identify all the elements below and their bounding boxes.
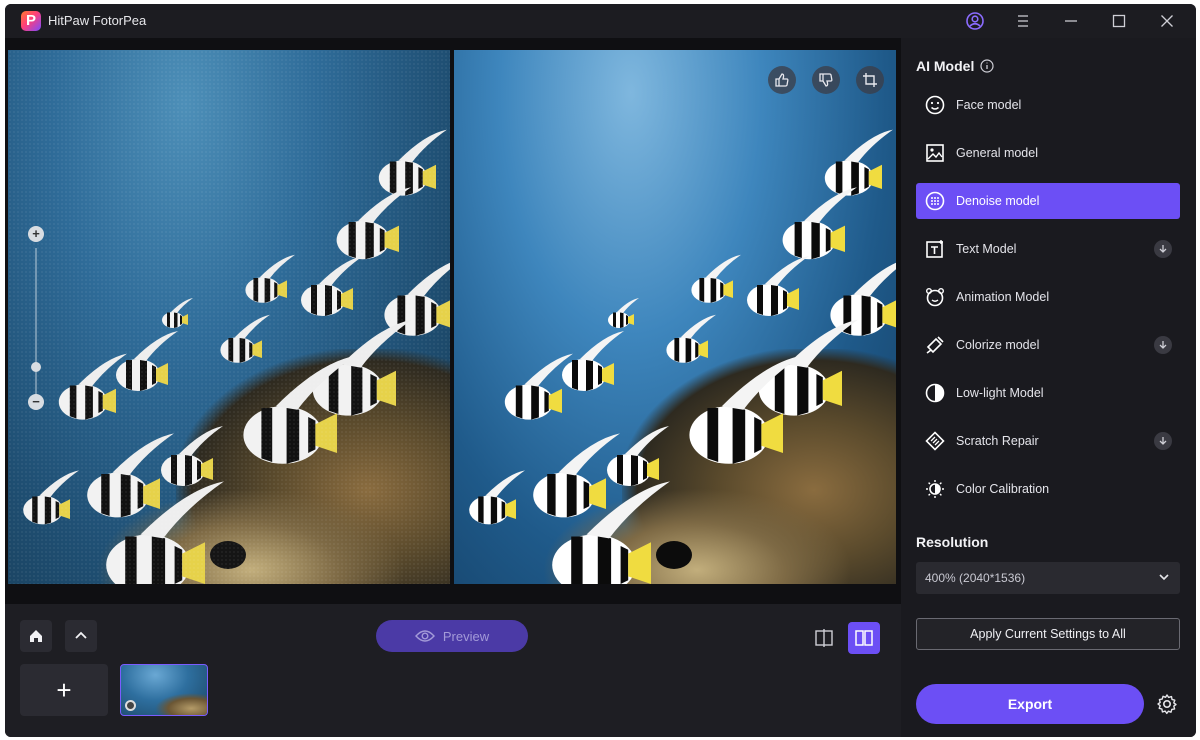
- app-logo: P: [21, 11, 41, 31]
- download-icon[interactable]: [1154, 240, 1172, 258]
- chevron-up-icon: [75, 631, 87, 639]
- app-title: HitPaw FotorPea: [48, 13, 147, 28]
- model-denoise[interactable]: Denoise model: [916, 183, 1180, 219]
- comparison-canvas: + −: [5, 38, 901, 604]
- hamburger-icon: [1018, 15, 1028, 27]
- model-label: Denoise model: [956, 194, 1040, 208]
- info-icon[interactable]: [980, 59, 994, 73]
- thumbs-up-button[interactable]: [768, 66, 796, 94]
- home-icon: [30, 630, 42, 642]
- add-image-button[interactable]: +: [20, 664, 108, 716]
- download-icon[interactable]: [1154, 336, 1172, 354]
- thumbnail-status-icon: [125, 700, 136, 711]
- model-animation[interactable]: Animation Model: [916, 279, 1180, 315]
- zoom-slider-handle[interactable]: [31, 362, 41, 372]
- image-thumbnail[interactable]: [120, 664, 208, 716]
- model-colorize[interactable]: Colorize model: [916, 327, 1180, 363]
- text-icon: [926, 240, 943, 258]
- zoom-in-button[interactable]: +: [28, 226, 44, 242]
- app-window: P HitPaw FotorPea + − Preview + AI Model…: [5, 4, 1196, 737]
- preview-button[interactable]: Preview: [376, 620, 528, 652]
- split-view-button[interactable]: [808, 622, 840, 654]
- model-label: Color Calibration: [956, 482, 1050, 496]
- thumbs-up-icon: [775, 73, 789, 87]
- image-icon: [926, 144, 944, 162]
- resolution-select[interactable]: 400% (2040*1536): [916, 562, 1180, 594]
- minimize-button[interactable]: [1059, 9, 1083, 33]
- crop-button[interactable]: [856, 66, 884, 94]
- split-view-icon: [815, 629, 833, 647]
- lowlight-icon: [925, 383, 945, 403]
- color-calibration-icon: [926, 480, 944, 498]
- zoom-out-button[interactable]: −: [28, 394, 44, 410]
- zoom-slider-track[interactable]: [35, 248, 37, 396]
- home-button[interactable]: [20, 620, 52, 652]
- crop-icon: [863, 73, 877, 87]
- menu-button[interactable]: [1011, 9, 1035, 33]
- download-icon[interactable]: [1154, 432, 1172, 450]
- user-icon: [966, 12, 984, 30]
- gear-icon: [1157, 694, 1177, 715]
- original-image: + −: [8, 50, 450, 584]
- model-face[interactable]: Face model: [916, 87, 1180, 123]
- thumbs-down-button[interactable]: [812, 66, 840, 94]
- scratch-icon: [925, 431, 945, 451]
- model-text[interactable]: Text Model: [916, 231, 1180, 267]
- model-scratch-repair[interactable]: Scratch Repair: [916, 423, 1180, 459]
- animation-icon: [926, 288, 944, 307]
- side-by-side-view-button[interactable]: [848, 622, 880, 654]
- settings-panel: AI Model Face model General model Denois…: [901, 38, 1196, 737]
- colorize-icon: [926, 336, 944, 354]
- collapse-button[interactable]: [65, 620, 97, 652]
- chevron-down-icon: [1159, 574, 1169, 581]
- resolution-heading: Resolution: [916, 534, 989, 550]
- model-label: Low-light Model: [956, 386, 1044, 400]
- settings-button[interactable]: [1155, 692, 1179, 716]
- thumbs-down-icon: [819, 73, 833, 87]
- side-by-side-icon: [855, 630, 873, 646]
- account-button[interactable]: [963, 9, 987, 33]
- model-low-light[interactable]: Low-light Model: [916, 375, 1180, 411]
- minimize-icon: [1065, 20, 1077, 22]
- ai-model-heading: AI Model: [916, 58, 994, 74]
- model-label: Colorize model: [956, 338, 1040, 352]
- ai-model-title: AI Model: [916, 58, 975, 74]
- preview-label: Preview: [442, 628, 490, 644]
- denoise-icon: [925, 191, 945, 211]
- model-color-calibration[interactable]: Color Calibration: [916, 471, 1180, 507]
- zoom-control[interactable]: + −: [26, 226, 46, 422]
- enhanced-image: [454, 50, 896, 584]
- resolution-value: 400% (2040*1536): [925, 571, 1026, 585]
- title-bar: P HitPaw FotorPea: [5, 4, 1196, 38]
- model-label: Text Model: [956, 242, 1017, 256]
- eye-icon: [414, 630, 435, 642]
- export-button[interactable]: Export: [916, 684, 1144, 724]
- maximize-button[interactable]: [1107, 9, 1131, 33]
- bottom-toolbar: Preview +: [5, 604, 901, 737]
- model-label: General model: [956, 146, 1038, 160]
- apply-settings-button[interactable]: Apply Current Settings to All: [916, 618, 1180, 650]
- maximize-icon: [1112, 14, 1126, 28]
- model-general[interactable]: General model: [916, 135, 1180, 171]
- model-label: Face model: [956, 98, 1022, 112]
- close-button[interactable]: [1155, 9, 1179, 33]
- face-icon: [925, 95, 945, 115]
- close-icon: [1161, 15, 1173, 27]
- model-label: Scratch Repair: [956, 434, 1039, 448]
- model-label: Animation Model: [956, 290, 1050, 304]
- fish-school-illustration: [469, 129, 896, 584]
